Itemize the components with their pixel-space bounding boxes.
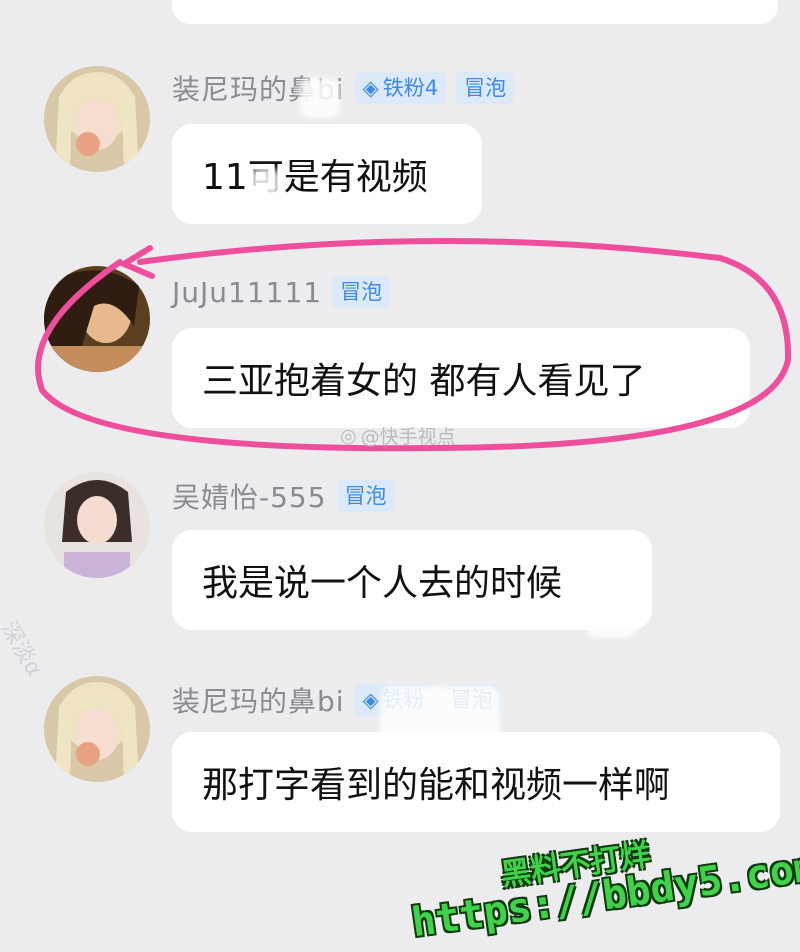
bubble-badge: 冒泡 [332, 276, 391, 308]
comment-header: 吴婧怡-555 冒泡 [172, 476, 395, 516]
comment-header: 装尼玛的鼻bi ◈ 铁粉4 冒泡 [172, 68, 515, 108]
diamond-icon: ◈ [362, 688, 379, 712]
message-bubble[interactable]: 我是说一个人去的时候 [172, 530, 652, 630]
message-text: 三亚抱着女的 都有人看见了 [202, 361, 646, 402]
message-bubble[interactable]: 那打字看到的能和视频一样啊 [172, 732, 780, 832]
site-watermark: 黑料不打烊 https://bbdy5.com [400, 832, 800, 947]
blurred-area [300, 78, 340, 118]
avatar[interactable] [44, 266, 150, 372]
bubble-badge: 冒泡 [456, 72, 515, 104]
message-bubble[interactable]: 三亚抱着女的 都有人看见了 [172, 328, 750, 428]
avatar[interactable] [44, 66, 150, 172]
blurred-area [250, 168, 280, 208]
message-text: 我是说一个人去的时候 [202, 563, 563, 604]
weibo-icon: ◎ [340, 424, 357, 447]
weibo-watermark: ◎ @快手视点 [340, 424, 456, 449]
message-text: 那打字看到的能和视频一样啊 [202, 765, 671, 806]
diamond-icon: ◈ [362, 76, 379, 100]
fan-badge: ◈ 铁粉4 [354, 72, 447, 104]
comment-header: JuJu11111 冒泡 [172, 272, 391, 312]
previous-message-bubble [172, 0, 778, 24]
username[interactable]: JuJu11111 [172, 276, 322, 309]
avatar[interactable] [44, 676, 150, 782]
faint-watermark: 深淡α [0, 617, 47, 681]
username[interactable]: 装尼玛的鼻bi [172, 680, 345, 720]
blurred-area [586, 578, 636, 638]
username[interactable]: 吴婧怡-555 [172, 476, 327, 516]
message-bubble[interactable]: 11可是有视频 [172, 124, 482, 224]
avatar[interactable] [44, 472, 150, 578]
message-text: 11可是有视频 [202, 157, 428, 198]
bubble-badge: 冒泡 [336, 480, 395, 512]
